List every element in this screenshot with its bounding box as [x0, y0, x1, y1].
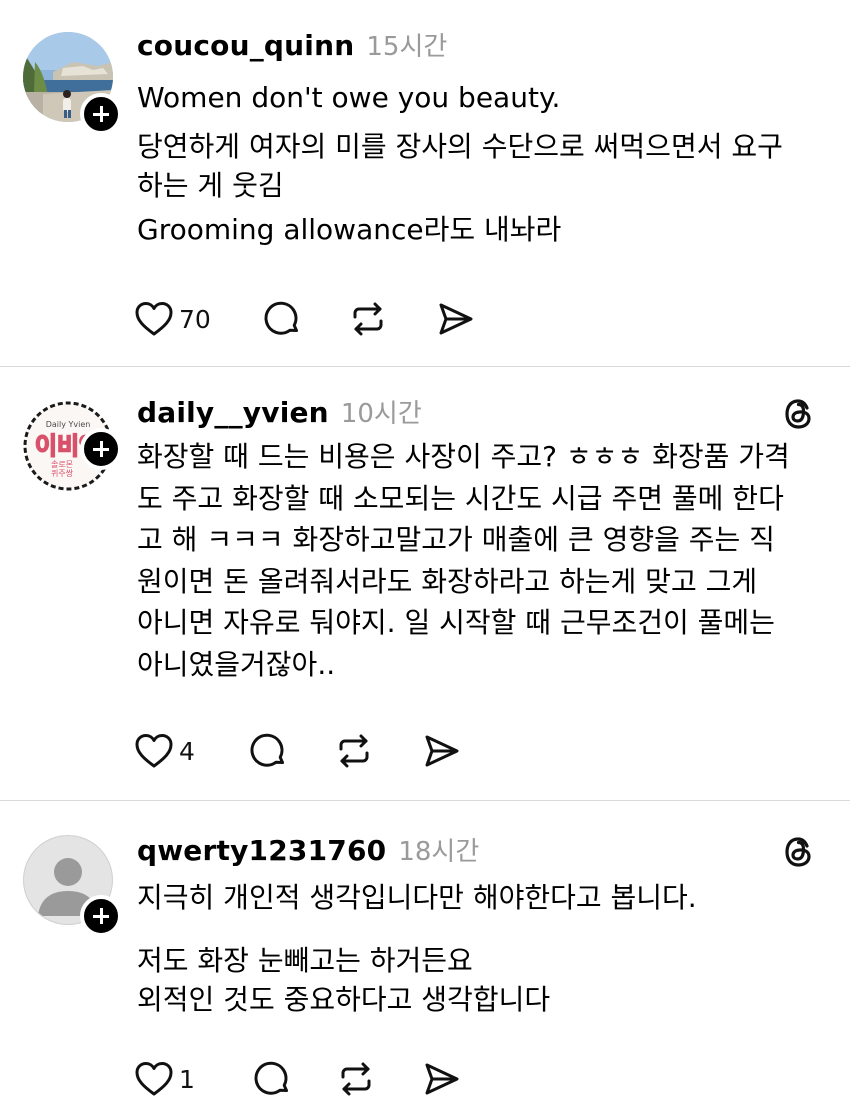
post-coucou-quinn: coucou_quinn 15시간 Women don't owe you bea… [0, 0, 850, 367]
post-text: 지극히 개인적 생각입니다만 해야한다고 봅니다. 저도 화장 눈빼고는 하거든… [137, 878, 820, 1019]
text-line: 저도 화장 눈빼고는 하거든요 [137, 944, 473, 977]
text-line: 고 해 ㅋㅋㅋ 화장하고말고가 매출에 큰 영향을 주는 직 [137, 523, 775, 556]
repost-button[interactable] [335, 732, 373, 770]
action-bar: 1 [135, 1059, 461, 1099]
action-bar: 70 [135, 299, 475, 339]
post-header: coucou_quinn 15시간 [137, 26, 447, 67]
action-bar: 4 [135, 731, 461, 771]
heart-icon [135, 302, 173, 336]
text-line: 화장할 때 드는 비용은 사장이 주고? ㅎㅎㅎ 화장품 가격 [137, 440, 790, 473]
text-line: 지극히 개인적 생각입니다만 해야한다고 봅니다. [137, 881, 697, 914]
share-button[interactable] [423, 732, 461, 770]
threads-logo-icon[interactable] [782, 397, 816, 431]
reply-button[interactable] [253, 1060, 291, 1098]
reply-button[interactable] [263, 300, 301, 338]
threads-logo-icon[interactable] [782, 835, 816, 869]
text-line: Grooming allowance라도 내놔라 [137, 213, 562, 246]
username[interactable]: coucou_quinn [137, 29, 354, 62]
post-header: qwerty1231760 18시간 [137, 831, 479, 872]
share-button[interactable] [437, 300, 475, 338]
post-qwerty1231760: qwerty1231760 18시간 지극히 개인적 생각입니다만 해야한다고 봅… [0, 801, 850, 1115]
text-line: 원이면 돈 올려줘서라도 화장하라고 하는게 맞고 그게 [137, 564, 758, 598]
username[interactable]: qwerty1231760 [137, 834, 386, 867]
follow-plus-icon[interactable] [80, 428, 122, 470]
like-button[interactable]: 1 [135, 1061, 195, 1097]
share-button[interactable] [423, 1060, 461, 1098]
comment-bubble-icon [264, 301, 298, 335]
comment-bubble-icon [254, 1061, 288, 1095]
repost-button[interactable] [349, 300, 387, 338]
text-line: 당연하게 여자의 미를 장사의 수단으로 써먹으면서 요구 [137, 130, 783, 163]
repost-icon [353, 302, 383, 336]
follow-plus-icon[interactable] [80, 93, 122, 135]
send-icon [439, 303, 473, 335]
like-button[interactable]: 4 [135, 733, 195, 769]
comment-bubble-icon [250, 733, 284, 767]
text-line: 아니였을거잖아.. [137, 647, 336, 681]
text-line: 도 주고 화장할 때 소모되는 시간도 시급 주면 풀메 한다 [137, 481, 784, 515]
logo-small-text: Daily Yvien [46, 420, 91, 429]
post-text: 화장할 때 드는 비용은 사장이 주고? ㅎㅎㅎ 화장품 가격 도 주고 화장할… [137, 436, 820, 685]
repost-icon [339, 734, 369, 768]
username[interactable]: daily__yvien [137, 396, 329, 429]
follow-plus-icon[interactable] [80, 895, 122, 937]
repost-icon [341, 1062, 371, 1096]
post-header: daily__yvien 10시간 [137, 393, 422, 434]
like-count: 70 [179, 304, 211, 334]
post-text: Women don't owe you beauty. 당연하게 여자의 미를 … [137, 78, 820, 249]
logo-sub-text: 퀴주쌍 [51, 468, 74, 478]
like-button[interactable]: 70 [135, 301, 211, 337]
like-count: 1 [179, 1064, 195, 1094]
post-daily-yvien: Daily Yvien 이비엔 솔로몬 퀴주쌍 daily__yvien 10시간… [0, 367, 850, 801]
text-line: 외적인 것도 중요하다고 생각합니다 [137, 983, 551, 1016]
timestamp: 18시간 [398, 837, 480, 867]
timestamp: 15시간 [366, 32, 448, 62]
text-line: Women don't owe you beauty. [137, 81, 561, 114]
heart-icon [135, 734, 173, 768]
text-line: 아니면 자유로 둬야지. 일 시작할 때 근무조건이 풀메는 [137, 606, 775, 639]
timestamp: 10시간 [340, 399, 422, 429]
repost-button[interactable] [337, 1060, 375, 1098]
heart-icon [135, 1062, 173, 1096]
text-line: 하는 게 웃김 [137, 169, 284, 202]
like-count: 4 [179, 736, 195, 766]
logo-sub-text: 솔로몬 [51, 460, 73, 469]
send-icon [425, 735, 459, 767]
send-icon [425, 1063, 459, 1095]
reply-button[interactable] [249, 732, 287, 770]
